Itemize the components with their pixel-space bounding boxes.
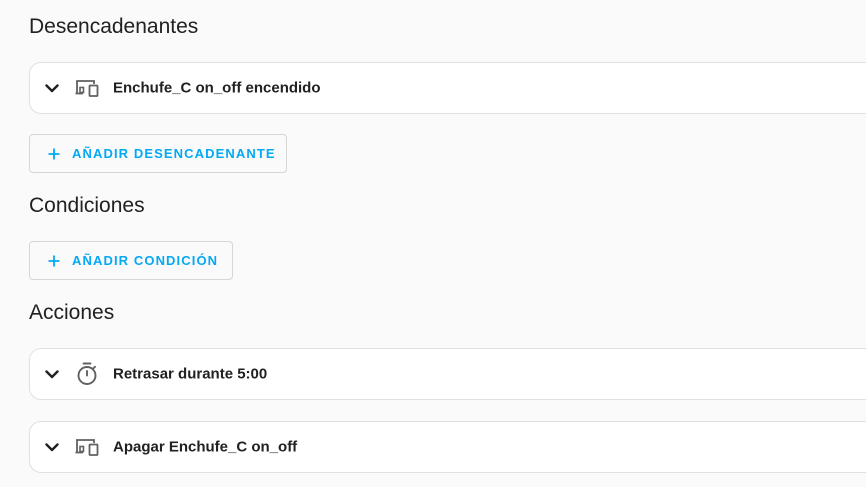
triggers-section-title: Desencadenantes	[29, 15, 199, 38]
chevron-down-icon[interactable]	[44, 439, 60, 455]
action-card[interactable]: Apagar Enchufe_C on_off	[29, 421, 866, 473]
chevron-down-icon[interactable]	[44, 80, 60, 96]
plus-icon	[48, 254, 60, 268]
device-icon	[74, 434, 100, 460]
trigger-card[interactable]: Enchufe_C on_off encendido	[29, 62, 866, 114]
add-condition-label: AÑADIR CONDICIÓN	[72, 253, 219, 268]
actions-section-title: Acciones	[29, 301, 115, 324]
action-label: Retrasar durante 5:00	[113, 365, 268, 383]
conditions-section-title: Condiciones	[29, 194, 145, 217]
action-label: Apagar Enchufe_C on_off	[113, 438, 298, 456]
add-condition-button[interactable]: AÑADIR CONDICIÓN	[29, 241, 233, 280]
chevron-down-icon[interactable]	[44, 366, 60, 382]
add-trigger-button[interactable]: AÑADIR DESENCADENANTE	[29, 134, 287, 173]
action-card[interactable]: Retrasar durante 5:00	[29, 348, 866, 400]
plus-icon	[48, 147, 60, 161]
add-trigger-label: AÑADIR DESENCADENANTE	[72, 146, 276, 161]
trigger-label: Enchufe_C on_off encendido	[113, 79, 321, 97]
timer-icon	[74, 361, 100, 387]
device-icon	[74, 75, 100, 101]
